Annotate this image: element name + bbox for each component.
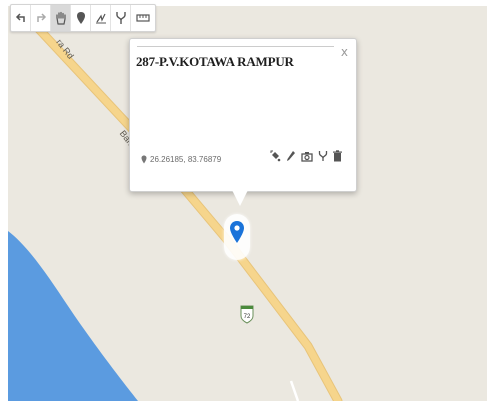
measure-button[interactable] [131,5,155,31]
location-info-popup: x 287-P.V.KOTAWA RAMPUR 26.26185, 83.768… [129,38,357,206]
delete-button[interactable] [333,150,342,162]
fork-icon [318,151,328,161]
minor-road [289,380,300,401]
draw-line-icon [95,13,106,24]
trash-icon [333,150,342,162]
fork-tool-button[interactable] [111,5,131,31]
pencil-icon [287,151,295,161]
highway-shield-icon: 72 [240,305,254,324]
hand-icon [55,11,66,25]
style-button[interactable] [270,150,281,162]
add-marker-button[interactable] [71,5,91,31]
marker-icon [76,12,85,24]
highway-shield-number: 72 [244,314,251,320]
popup-close-button[interactable]: x [341,46,348,58]
popup-divider [137,46,334,47]
coordinates-text: 26.26185, 83.76879 [150,155,222,164]
location-title: 287-P.V.KOTAWA RAMPUR [136,54,294,69]
redo-icon [36,13,46,22]
popup-pointer [232,190,248,206]
draw-line-button[interactable] [91,5,111,31]
ruler-icon [136,14,150,22]
add-photo-button[interactable] [301,151,313,162]
paint-bucket-icon [270,150,281,162]
directions-button[interactable] [318,150,328,162]
popup-actions [270,150,342,162]
water-body [8,231,138,401]
undo-icon [15,13,25,22]
edit-button[interactable] [286,150,296,162]
pin-icon [141,155,147,164]
pan-tool-button[interactable] [51,5,71,31]
redo-button[interactable] [31,5,51,31]
camera-icon [301,151,313,162]
undo-button[interactable] [11,5,31,31]
location-marker-icon[interactable] [229,220,245,244]
map-toolbar [10,4,156,32]
fork-icon [115,12,126,24]
location-coordinates: 26.26185, 83.76879 [141,155,221,164]
